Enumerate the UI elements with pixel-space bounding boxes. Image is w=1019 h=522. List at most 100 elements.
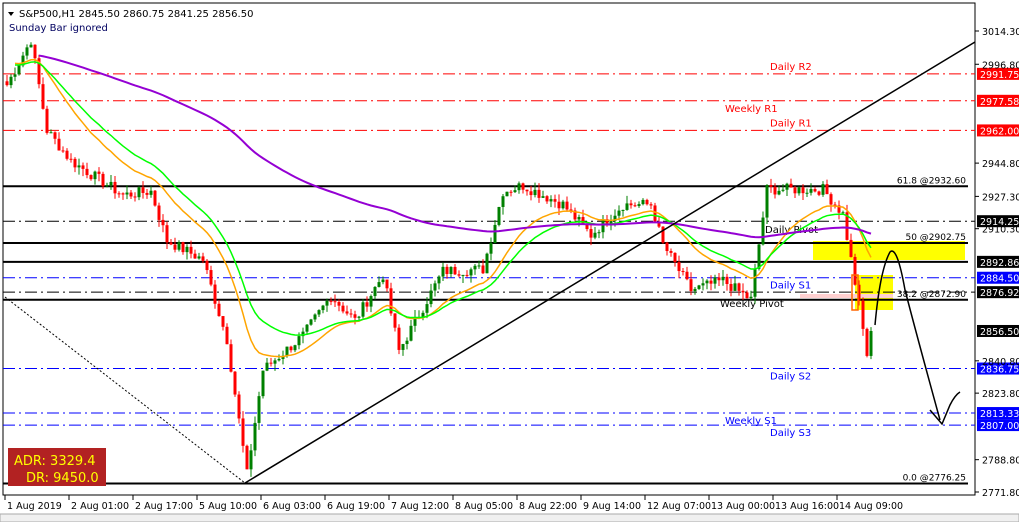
candle-body	[533, 189, 537, 196]
candle-body	[785, 183, 789, 190]
candle-body	[805, 192, 809, 194]
candle-body	[509, 191, 513, 193]
candle-body	[361, 302, 365, 317]
candle-body	[697, 285, 701, 289]
candle-body	[729, 283, 733, 291]
candle-body	[157, 205, 161, 220]
candle-body	[673, 252, 677, 263]
candle-body	[117, 193, 121, 195]
candle-body	[649, 204, 653, 206]
candle-body	[329, 300, 333, 302]
level-label: Weekly R1	[725, 104, 778, 115]
y-tick-label: 2910.30	[982, 225, 1019, 236]
candle-body	[629, 203, 633, 206]
price-tag-text: 2892.86	[980, 258, 1019, 269]
price-tag-text: 2813.33	[980, 409, 1019, 420]
sunday-note: Sunday Bar ignored	[9, 23, 108, 34]
candle-body	[213, 284, 217, 304]
candle-body	[185, 246, 189, 253]
y-tick-label: 2771.80	[982, 488, 1019, 499]
candle-body	[621, 209, 625, 211]
candle-body	[769, 184, 773, 187]
candle-body	[225, 326, 229, 345]
candle-body	[313, 314, 317, 320]
candle-body	[9, 76, 13, 86]
candle-body	[113, 181, 117, 194]
candle-body	[165, 225, 169, 243]
candle-body	[169, 242, 173, 245]
level-label: Daily R2	[770, 62, 812, 73]
candle-body	[529, 191, 533, 196]
candle-body	[477, 265, 481, 267]
candle-body	[793, 187, 797, 194]
candle-body	[797, 187, 801, 194]
candle-body	[449, 266, 453, 274]
candle-body	[665, 242, 669, 252]
candle-body	[385, 279, 389, 289]
candle-body	[537, 189, 541, 198]
candle-body	[577, 217, 581, 220]
price-tag-text: 2884.50	[980, 274, 1019, 285]
candle-body	[525, 189, 529, 192]
candle-body	[121, 193, 125, 195]
candle-body	[441, 266, 445, 277]
candle-body	[437, 276, 441, 284]
candle-body	[33, 44, 37, 59]
candle-body	[405, 340, 409, 345]
level-label: Daily R1	[770, 118, 812, 129]
candle-body	[485, 253, 489, 274]
candle-body	[73, 158, 77, 168]
candle-body	[233, 371, 237, 395]
candle-body	[517, 183, 521, 191]
candle-body	[817, 191, 821, 195]
candle-body	[253, 422, 257, 451]
candle-body	[761, 217, 765, 245]
candle-body	[713, 277, 717, 284]
candle-body	[789, 183, 793, 188]
candle-body	[777, 190, 781, 195]
candle-body	[65, 150, 69, 159]
candle-body	[89, 175, 93, 180]
adr-value: ADR: 3329.4	[14, 454, 96, 469]
x-tick-label: 14 Aug 09:00	[839, 501, 903, 512]
candle-body	[745, 292, 749, 299]
candle-body	[433, 283, 437, 291]
candle-body	[465, 274, 469, 276]
candle-body	[445, 266, 449, 274]
candle-body	[617, 210, 621, 216]
fib-label: 50 @2902.75	[905, 233, 966, 243]
candle-body	[749, 296, 753, 299]
price-tag-text: 2807.00	[980, 421, 1019, 432]
tab-bar[interactable]	[0, 513, 1019, 522]
candle-body	[393, 313, 397, 328]
candle-body	[257, 396, 261, 423]
candle-body	[637, 204, 641, 206]
candle-body	[397, 327, 401, 350]
candle-body	[841, 212, 845, 214]
x-tick-label: 2 Aug 01:00	[71, 501, 129, 512]
candle-body	[589, 229, 593, 238]
candle-body	[97, 171, 101, 174]
candle-body	[141, 187, 145, 193]
candle-body	[197, 256, 201, 259]
x-tick-label: 8 Aug 05:00	[455, 501, 513, 512]
candle-body	[721, 276, 725, 281]
price-chart[interactable]: Daily R2Weekly R1Daily R1Daily PivotDail…	[0, 0, 1019, 522]
level-label: Daily S3	[770, 428, 811, 439]
candle-body	[369, 296, 373, 307]
candle-body	[337, 301, 341, 306]
y-tick-label: 2788.80	[982, 456, 1019, 467]
candle-body	[133, 196, 137, 198]
level-label: Daily S2	[770, 372, 811, 383]
candle-body	[105, 185, 109, 187]
candle-body	[45, 108, 49, 133]
x-tick-label: 1 Aug 2019	[7, 501, 62, 512]
candle-body	[425, 304, 429, 313]
candle-body	[601, 219, 605, 233]
candle-body	[129, 192, 133, 197]
y-tick-label: 2996.80	[982, 60, 1019, 71]
candle-body	[469, 269, 473, 276]
candle-body	[241, 418, 245, 446]
x-tick-label: 6 Aug 03:00	[263, 501, 321, 512]
candle-body	[725, 276, 729, 284]
